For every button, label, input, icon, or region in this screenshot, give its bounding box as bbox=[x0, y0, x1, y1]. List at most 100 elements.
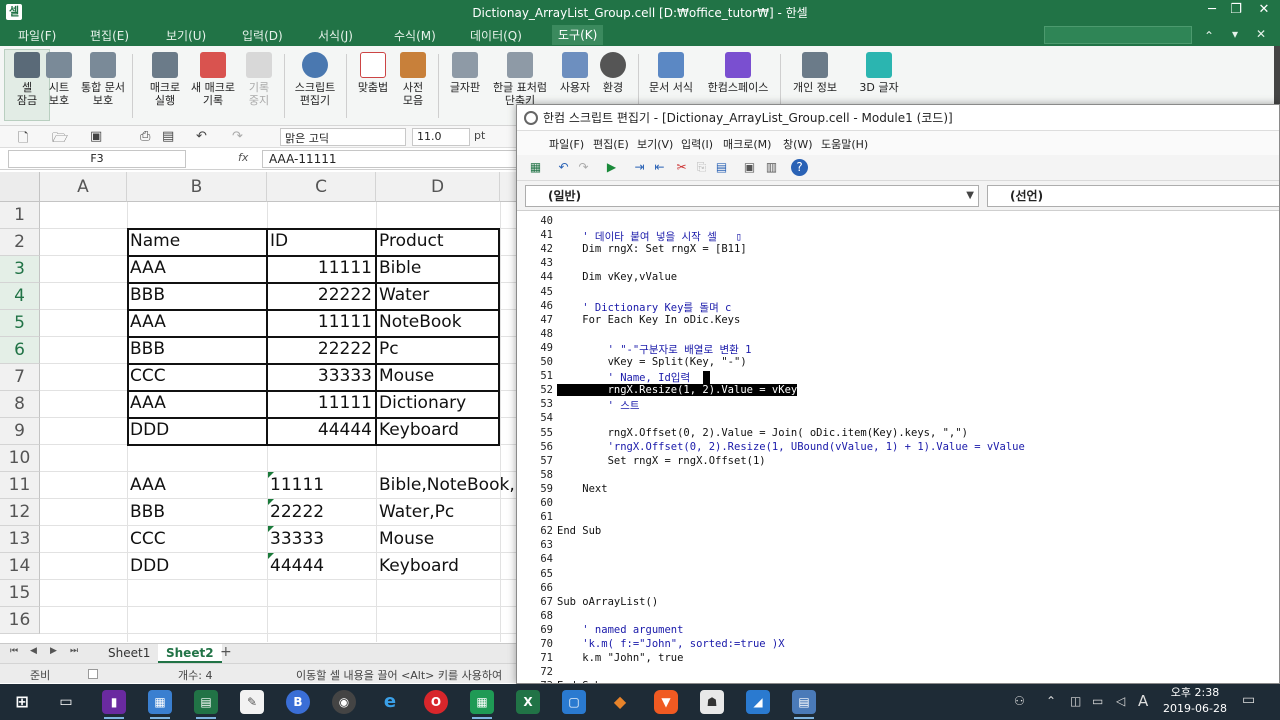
row-header-15[interactable]: 15 bbox=[0, 580, 40, 607]
add-sheet-button[interactable]: + bbox=[220, 644, 232, 660]
ribbon-shortcut-button[interactable]: 한글 표처럼 단축키 bbox=[490, 50, 550, 107]
clock[interactable]: 오후 2:38 2019-06-28 bbox=[1156, 685, 1234, 717]
help-icon[interactable]: ? bbox=[791, 159, 808, 176]
vscode-icon[interactable]: ◢ bbox=[746, 690, 770, 714]
cell-c2[interactable]: ID bbox=[270, 228, 374, 255]
cell-d14[interactable]: Keyboard bbox=[379, 553, 520, 580]
row-header-16[interactable]: 16 bbox=[0, 607, 40, 634]
cell-b14[interactable]: DDD bbox=[130, 553, 264, 580]
row-header-14[interactable]: 14 bbox=[0, 553, 40, 580]
cell-b5[interactable]: AAA bbox=[130, 309, 264, 336]
editor-menu-edit[interactable]: 편집(E) bbox=[593, 136, 629, 152]
cell-d4[interactable]: Water bbox=[379, 282, 497, 309]
cell-b2[interactable]: Name bbox=[130, 228, 264, 255]
next-sheet-icon[interactable]: ▶ bbox=[50, 646, 57, 656]
close-icon[interactable]: ✕ bbox=[1250, 2, 1278, 17]
ribbon-protect-sheet-button[interactable]: 시트 보호 bbox=[36, 50, 82, 107]
doc-app-icon[interactable]: ▢ bbox=[562, 690, 586, 714]
cell-c11[interactable]: 11111 bbox=[270, 472, 374, 499]
code-line[interactable]: Dim rngX: Set rngX = [B11] bbox=[557, 243, 746, 255]
module-icon[interactable]: ▦ bbox=[527, 159, 544, 176]
obs-icon[interactable]: ◉ bbox=[332, 690, 356, 714]
properties-icon[interactable]: ▥ bbox=[763, 159, 780, 176]
cell-c9[interactable]: 44444 bbox=[270, 417, 372, 444]
code-line[interactable]: rngX.Resize(1, 2).Value = vKey bbox=[557, 384, 798, 397]
row-header-12[interactable]: 12 bbox=[0, 499, 40, 526]
cut-icon[interactable]: ✂ bbox=[673, 159, 690, 176]
ribbon-3d-text-button[interactable]: 3D 글자 bbox=[852, 50, 906, 94]
opera-icon[interactable]: O bbox=[424, 690, 448, 714]
row-header-1[interactable]: 1 bbox=[0, 202, 40, 229]
object-browser-icon[interactable]: ▣ bbox=[741, 159, 758, 176]
cell-c12[interactable]: 22222 bbox=[270, 499, 374, 526]
row-header-9[interactable]: 9 bbox=[0, 418, 40, 445]
ribbon-privacy-button[interactable]: 개인 정보 bbox=[788, 50, 842, 94]
font-size-input[interactable]: 11.0 bbox=[412, 128, 470, 146]
cell-c6[interactable]: 22222 bbox=[270, 336, 372, 363]
row-header-7[interactable]: 7 bbox=[0, 364, 40, 391]
save-icon[interactable]: ▣ bbox=[90, 129, 102, 144]
menu-format[interactable]: 서식(J) bbox=[318, 27, 353, 44]
editor-menu-macro[interactable]: 매크로(M) bbox=[723, 136, 771, 152]
options-icon[interactable]: ▾ bbox=[1232, 27, 1238, 41]
cell-d2[interactable]: Product bbox=[379, 228, 497, 255]
app-icon-purple[interactable]: ▮ bbox=[102, 690, 126, 719]
cell-d3[interactable]: Bible bbox=[379, 255, 497, 282]
menu-data[interactable]: 데이터(Q) bbox=[470, 27, 522, 44]
row-header-5[interactable]: 5 bbox=[0, 310, 40, 337]
code-line[interactable]: ' Name, Id입력 bbox=[557, 370, 691, 385]
code-line[interactable]: rngX.Offset(0, 2).Value = Join( oDic.ite… bbox=[557, 427, 968, 439]
code-line[interactable]: For Each Key In oDic.Keys bbox=[557, 314, 740, 326]
cell-c13[interactable]: 33333 bbox=[270, 526, 374, 553]
code-area[interactable]: 40 41 ' 데이타 붙여 넣을 시작 셀 ▯ 42 Dim rngX: Set … bbox=[517, 213, 1279, 683]
search-box[interactable] bbox=[1044, 26, 1192, 44]
cell-c14[interactable]: 44444 bbox=[270, 553, 374, 580]
menu-view[interactable]: 보기(U) bbox=[166, 27, 206, 44]
ribbon-dictionary-button[interactable]: 사전 모음 bbox=[390, 50, 436, 107]
cell-d9[interactable]: Keyboard bbox=[379, 417, 497, 444]
ime-indicator[interactable]: A bbox=[1138, 692, 1148, 710]
cell-b11[interactable]: AAA bbox=[130, 472, 264, 499]
tab-sheet2[interactable]: Sheet2 bbox=[158, 644, 222, 663]
start-icon[interactable]: ⊞ bbox=[10, 690, 34, 714]
people-icon[interactable]: ⚇ bbox=[1014, 694, 1025, 708]
cell-c7[interactable]: 33333 bbox=[270, 363, 372, 390]
font-name-select[interactable]: 맑은 고딕 bbox=[280, 128, 406, 146]
code-line[interactable]: 'rngX.Offset(0, 2).Resize(1, UBound(vVal… bbox=[557, 441, 1025, 453]
worksheet[interactable]: A B C D 1 2 3 4 5 6 7 8 9 10 11 12 13 14… bbox=[0, 172, 520, 642]
ribbon-stop-record-button[interactable]: 기록 중지 bbox=[236, 50, 282, 107]
ribbon-collapse-icon[interactable]: ⌃ bbox=[1204, 29, 1214, 43]
code-line[interactable]: ' 데이타 붙여 넣을 시작 셀 ▯ bbox=[557, 229, 742, 244]
code-line[interactable]: End Sub bbox=[557, 525, 601, 537]
ribbon-settings-button[interactable]: 환경 bbox=[590, 50, 636, 94]
cell-b13[interactable]: CCC bbox=[130, 526, 264, 553]
editor-menu-view[interactable]: 보기(V) bbox=[637, 136, 673, 152]
editor-menu-help[interactable]: 도움말(H) bbox=[821, 136, 868, 152]
outdent-icon[interactable]: ⇤ bbox=[651, 159, 668, 176]
cell-d12[interactable]: Water,Pc bbox=[379, 499, 520, 526]
robot-app-icon[interactable]: ☗ bbox=[700, 690, 724, 714]
code-line[interactable]: Dim vKey,vValue bbox=[557, 271, 677, 283]
file-explorer-icon[interactable]: ▦ bbox=[148, 690, 172, 719]
cell-d7[interactable]: Mouse bbox=[379, 363, 497, 390]
code-line[interactable]: ' "-"구분자로 배열로 변환 1 bbox=[557, 342, 752, 357]
object-select[interactable]: (일반) ▼ bbox=[525, 185, 979, 207]
menu-tools[interactable]: 도구(K) bbox=[552, 25, 604, 45]
menu-file[interactable]: 파일(F) bbox=[18, 27, 56, 44]
doc-close-icon[interactable]: ✕ bbox=[1256, 27, 1266, 41]
editor-menu-file[interactable]: 파일(F) bbox=[549, 136, 584, 152]
cell-c5[interactable]: 11111 bbox=[270, 309, 372, 336]
formula-input[interactable]: AAA-11111 bbox=[262, 150, 520, 168]
redo-icon[interactable]: ↷ bbox=[232, 129, 243, 144]
notification-icon[interactable]: ▭ bbox=[1242, 692, 1255, 708]
cell-b9[interactable]: DDD bbox=[130, 417, 264, 444]
notepad-icon[interactable]: ✎ bbox=[240, 690, 264, 714]
cell-d6[interactable]: Pc bbox=[379, 336, 497, 363]
cell-d5[interactable]: NoteBook bbox=[379, 309, 497, 336]
cell-b4[interactable]: BBB bbox=[130, 282, 264, 309]
row-header-4[interactable]: 4 bbox=[0, 283, 40, 310]
run-icon[interactable]: ▶ bbox=[603, 159, 620, 176]
name-box[interactable]: F3 bbox=[8, 150, 186, 168]
edge-icon[interactable]: e bbox=[378, 690, 402, 714]
brave-icon[interactable]: ▼ bbox=[654, 690, 678, 714]
